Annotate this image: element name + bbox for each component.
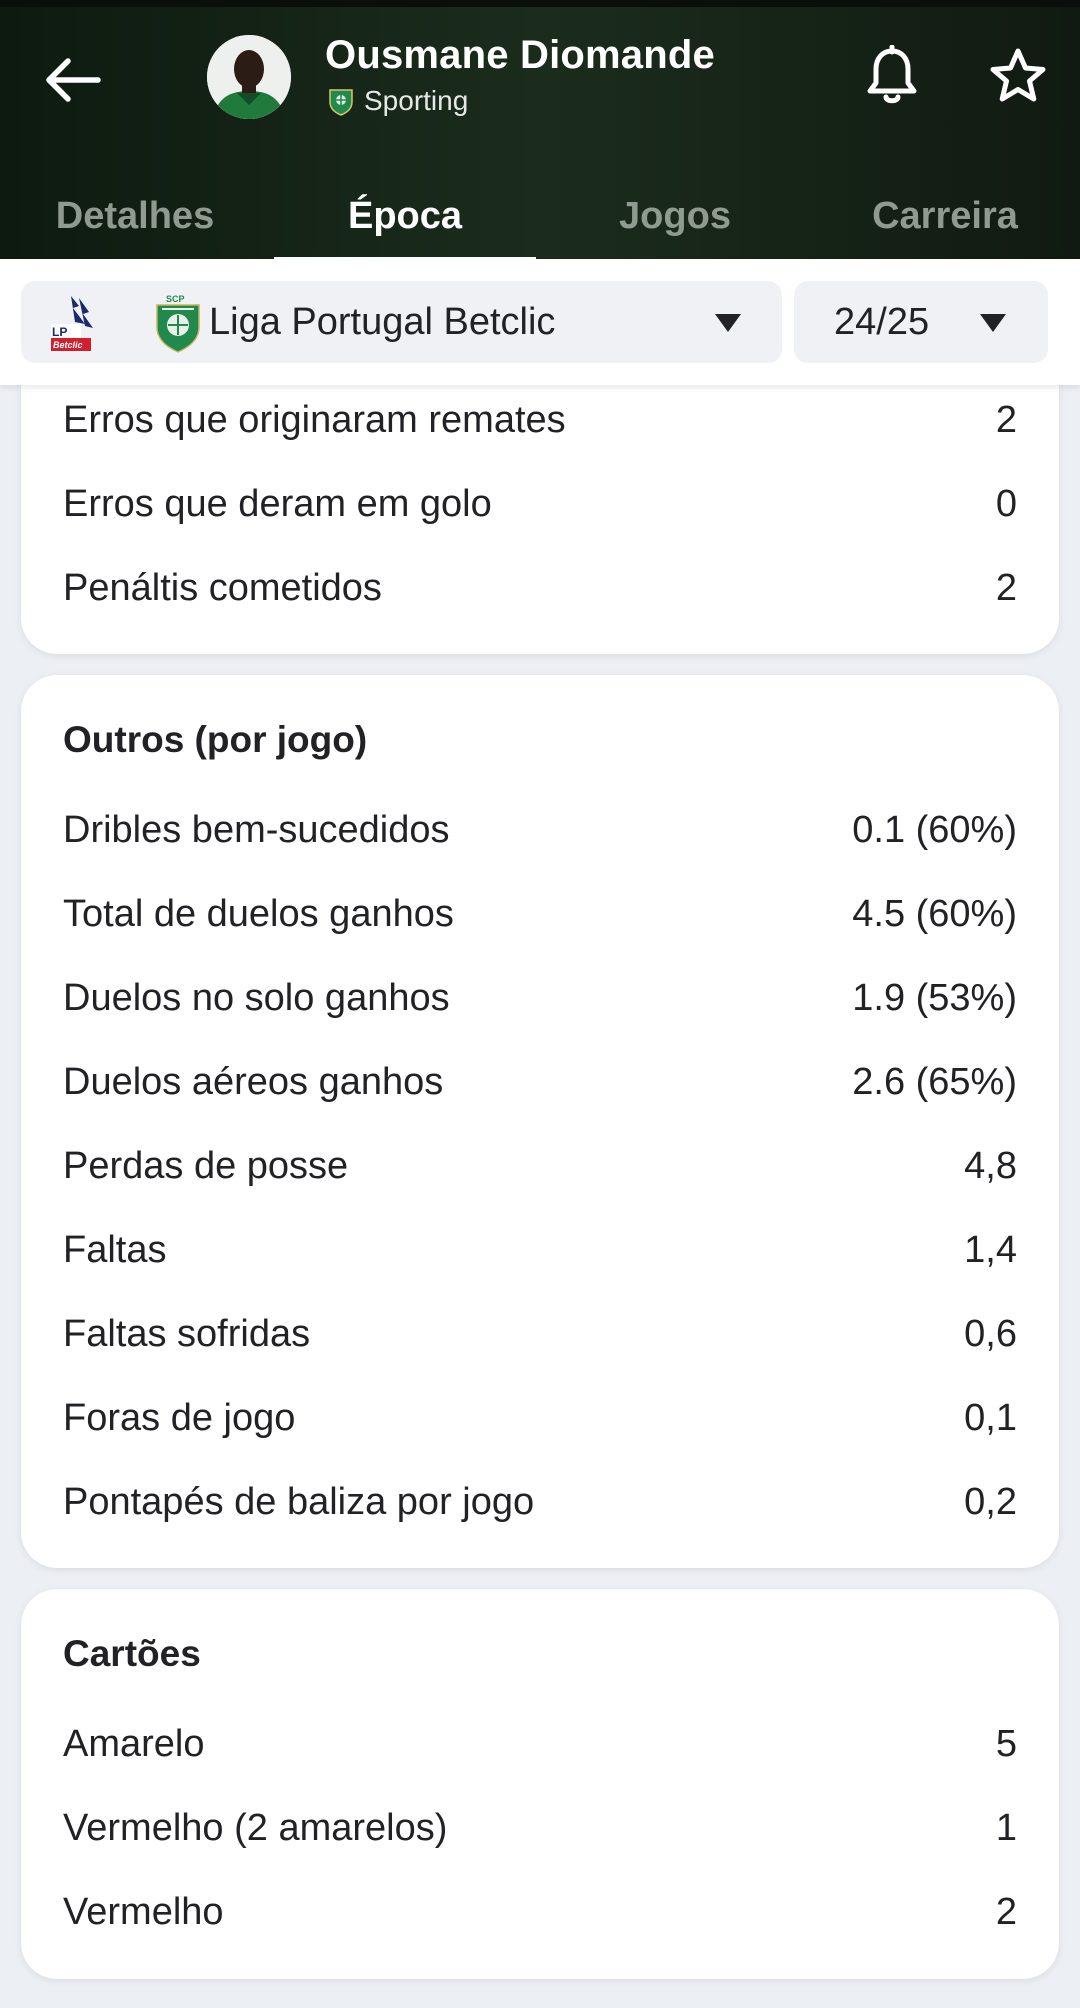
sporting-badge-icon xyxy=(329,89,353,116)
tab-carreira[interactable]: Carreira xyxy=(810,167,1080,266)
stat-value: 5 xyxy=(995,1722,1017,1765)
stat-label: Duelos aéreos ganhos xyxy=(63,1060,444,1103)
stat-value: 2 xyxy=(995,1890,1017,1933)
tab-jogos[interactable]: Jogos xyxy=(540,167,810,266)
stat-row: Faltas sofridas 0,6 xyxy=(63,1292,1017,1376)
stat-value: 1,4 xyxy=(964,1228,1017,1271)
chevron-down-icon xyxy=(980,314,1006,332)
stat-label: Total de duelos ganhos xyxy=(63,892,454,935)
stat-value: 4.5 (60%) xyxy=(852,892,1017,935)
bell-icon xyxy=(867,44,917,104)
stat-row: Pontapés de baliza por jogo 0,2 xyxy=(63,1460,1017,1544)
stat-value: 0,2 xyxy=(964,1480,1017,1523)
section-title: Cartões xyxy=(63,1633,201,1674)
competition-label: Liga Portugal Betclic xyxy=(209,301,556,343)
stat-label: Amarelo xyxy=(63,1722,205,1765)
stat-label: Erros que originaram remates xyxy=(63,398,566,441)
stat-row: Amarelo 5 xyxy=(63,1702,1017,1786)
stat-label: Duelos no solo ganhos xyxy=(63,976,450,1019)
stat-label: Pontapés de baliza por jogo xyxy=(63,1480,535,1523)
app-header: Ousmane Diomande Sporting Detalhes Época… xyxy=(0,0,1080,266)
stat-label: Faltas xyxy=(63,1228,167,1271)
team-info[interactable]: Sporting xyxy=(328,85,468,117)
stat-label: Vermelho (2 amarelos) xyxy=(63,1806,448,1849)
stat-row: Total de duelos ganhos 4.5 (60%) xyxy=(63,872,1017,956)
stat-value: 0 xyxy=(995,482,1017,525)
stat-row: Dribles bem-sucedidos 0.1 (60%) xyxy=(63,788,1017,872)
stats-card-outros: Outros (por jogo) Dribles bem-sucedidos … xyxy=(21,675,1059,1568)
tab-detalhes[interactable]: Detalhes xyxy=(0,167,270,266)
star-icon xyxy=(990,48,1046,102)
stat-label: Perdas de posse xyxy=(63,1144,349,1187)
team-name: Sporting xyxy=(364,85,469,116)
arrow-left-icon xyxy=(46,58,101,102)
competition-dropdown[interactable]: LP Betclic SCP Liga Portugal Betclic xyxy=(21,281,782,363)
stat-row: Faltas 1,4 xyxy=(63,1208,1017,1292)
chevron-down-icon xyxy=(715,314,741,332)
stat-value: 1 xyxy=(995,1806,1017,1849)
stat-row: Vermelho 2 xyxy=(63,1870,1017,1954)
svg-text:LP: LP xyxy=(52,325,67,339)
stat-value: 2 xyxy=(995,566,1017,609)
favorite-button[interactable] xyxy=(986,45,1050,109)
player-avatar xyxy=(207,35,291,119)
stat-row: Erros que originaram remates 2 xyxy=(63,378,1017,462)
stat-value: 0,6 xyxy=(964,1312,1017,1355)
stat-value: 1.9 (53%) xyxy=(852,976,1017,1019)
stat-row: Penáltis cometidos 2 xyxy=(63,546,1017,630)
stat-label: Vermelho xyxy=(63,1890,224,1933)
stat-row: Erros que deram em golo 0 xyxy=(63,462,1017,546)
tab-bar: Detalhes Época Jogos Carreira xyxy=(0,167,1080,266)
back-button[interactable] xyxy=(36,43,110,117)
svg-text:SCP: SCP xyxy=(166,294,185,304)
notifications-button[interactable] xyxy=(862,44,922,109)
tab-epoca[interactable]: Época xyxy=(270,167,540,266)
liga-portugal-logo: LP Betclic xyxy=(51,296,93,351)
stat-row: Duelos no solo ganhos 1.9 (53%) xyxy=(63,956,1017,1040)
stat-row: Vermelho (2 amarelos) 1 xyxy=(63,1786,1017,1870)
player-name: Ousmane Diomande xyxy=(325,33,715,77)
stat-value: 2.6 (65%) xyxy=(852,1060,1017,1103)
stat-label: Erros que deram em golo xyxy=(63,482,492,525)
stat-label: Penáltis cometidos xyxy=(63,566,382,609)
season-dropdown[interactable]: 24/25 xyxy=(794,281,1048,363)
stat-label: Foras de jogo xyxy=(63,1396,296,1439)
stat-value: 4,8 xyxy=(964,1144,1017,1187)
stat-value: 2 xyxy=(995,398,1017,441)
stat-label: Faltas sofridas xyxy=(63,1312,311,1355)
filter-bar: LP Betclic SCP Liga Portugal Betclic 24/… xyxy=(0,259,1080,385)
season-label: 24/25 xyxy=(834,301,930,343)
stat-value: 0.1 (60%) xyxy=(852,808,1017,851)
stat-row: Perdas de posse 4,8 xyxy=(63,1124,1017,1208)
stat-row: Foras de jogo 0,1 xyxy=(63,1376,1017,1460)
section-title: Outros (por jogo) xyxy=(63,719,368,760)
stat-label: Dribles bem-sucedidos xyxy=(63,808,450,851)
stat-value: 0,1 xyxy=(964,1396,1017,1439)
stat-row: Duelos aéreos ganhos 2.6 (65%) xyxy=(63,1040,1017,1124)
stats-card-cartoes: Cartões Amarelo 5 Vermelho (2 amarelos) … xyxy=(21,1589,1059,1979)
svg-text:Betclic: Betclic xyxy=(53,340,83,350)
sporting-crest-icon: SCP xyxy=(156,294,200,353)
